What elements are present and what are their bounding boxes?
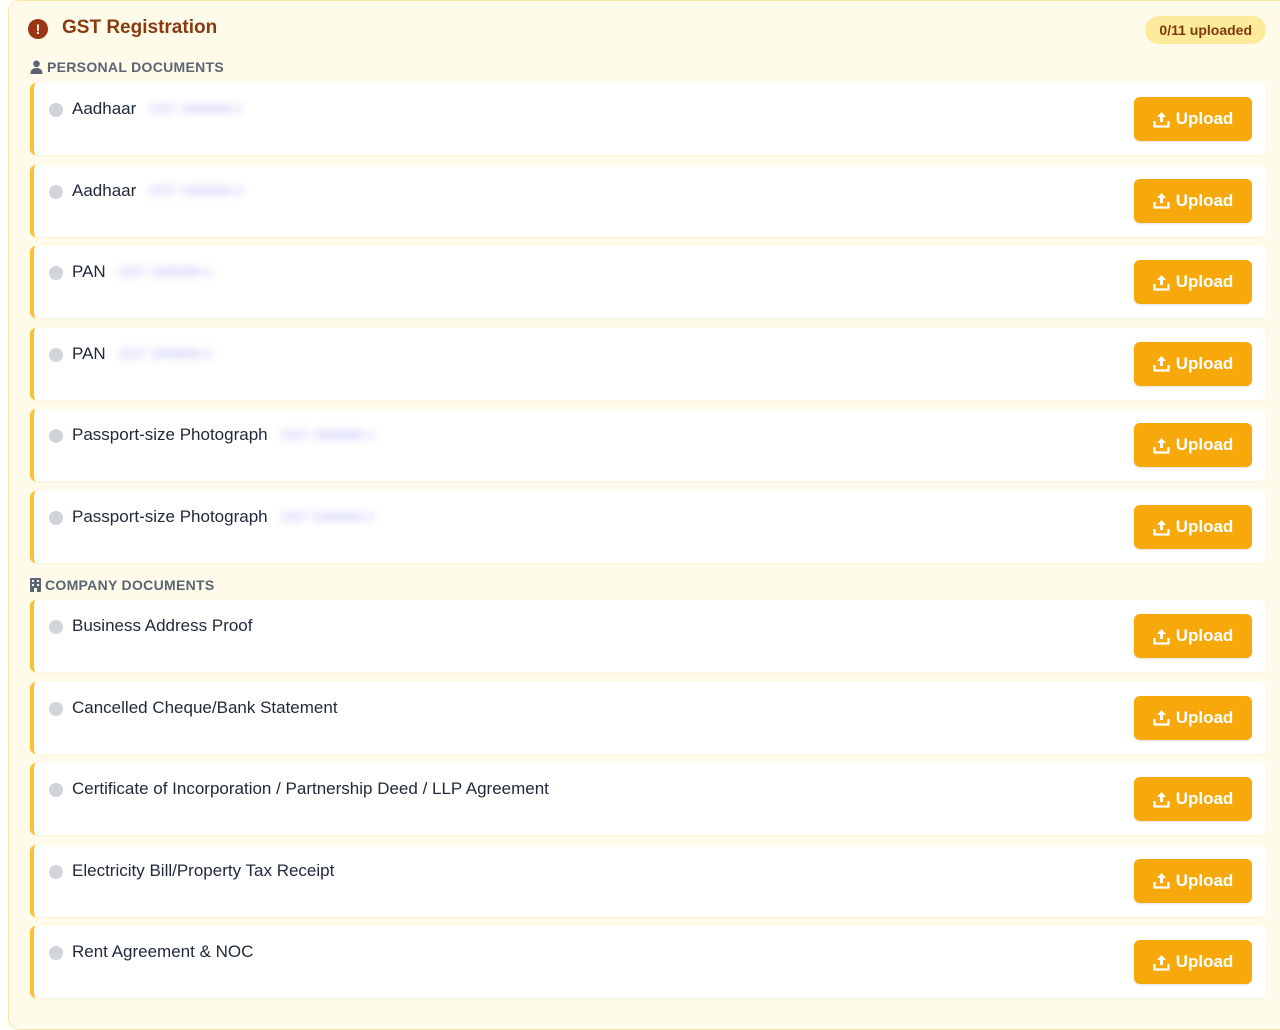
document-row: Aadhaar 1027 1666666-2 Upload [30, 164, 1266, 237]
upload-icon [1153, 628, 1170, 645]
document-name-label: Aadhaar [72, 99, 137, 118]
upload-button[interactable]: Upload [1134, 97, 1252, 141]
redacted-detail: 1027 1666666-1 [279, 427, 375, 443]
document-name-label: Passport-size Photograph [72, 507, 268, 526]
redacted-detail: 1027 1666666-2 [117, 345, 213, 361]
upload-button-label: Upload [1175, 870, 1234, 890]
document-name-label: Aadhaar [72, 180, 137, 200]
status-dot-icon [49, 511, 63, 525]
upload-button[interactable]: Upload [1134, 614, 1252, 658]
document-name-label: Cancelled Cheque/Bank Statement [72, 697, 338, 717]
document-row: Business Address Proof Upload [30, 600, 1266, 672]
upload-icon [1153, 791, 1170, 808]
status-dot-icon [49, 347, 63, 362]
status-dot-icon [49, 103, 63, 117]
status-dot-icon [49, 701, 63, 716]
exclamation-circle-icon: ! [28, 19, 48, 39]
upload-icon [1153, 954, 1170, 971]
upload-button[interactable]: Upload [1134, 695, 1252, 740]
document-row: Passport-size Photograph 1027 1666666-1 Up… [30, 409, 1266, 482]
document-row: Aadhaar 1027 1666666-1 Upload [30, 83, 1266, 155]
upload-button-label: Upload [1175, 190, 1234, 210]
upload-button-label: Upload [1175, 109, 1234, 128]
upload-button[interactable]: Upload [1134, 858, 1252, 903]
document-name: Cancelled Cheque/Bank Statement [72, 698, 338, 718]
document-name: Passport-size Photograph 1027 1666666-1 [72, 425, 384, 445]
upload-button[interactable]: Upload [1134, 940, 1252, 985]
upload-icon [1153, 274, 1170, 291]
document-name: Aadhaar 1027 1666666-1 [72, 99, 253, 119]
upload-button-label: Upload [1175, 272, 1234, 292]
document-name-label: PAN [72, 343, 106, 363]
document-name: Passport-size Photograph 1027 1666666-2 [72, 507, 384, 527]
user-icon [30, 60, 43, 74]
upload-button[interactable]: Upload [1134, 505, 1252, 549]
status-dot-icon [49, 783, 63, 798]
upload-button-label: Upload [1175, 353, 1234, 373]
document-name-label: Electricity Bill/Property Tax Receipt [72, 860, 335, 880]
upload-button[interactable]: Upload [1134, 423, 1252, 468]
status-dot-icon [49, 620, 63, 634]
upload-icon [1153, 356, 1170, 372]
document-name: Aadhaar 1027 1666666-2 [72, 181, 253, 201]
status-dot-icon [49, 864, 63, 879]
status-dot-icon [49, 266, 63, 281]
status-dot-icon [49, 429, 63, 444]
document-row: Cancelled Cheque/Bank Statement Upload [30, 681, 1266, 754]
document-name-label: Business Address Proof [72, 616, 253, 635]
redacted-detail: 1027 1666666-2 [279, 509, 375, 524]
document-name: PAN 1027 1666666-2 [72, 344, 222, 364]
upload-button[interactable]: Upload [1134, 341, 1252, 386]
upload-icon [1153, 710, 1170, 726]
document-name: Electricity Bill/Property Tax Receipt [72, 861, 334, 881]
section-label-text: COMPANY DOCUMENTS [45, 577, 215, 593]
upload-button[interactable]: Upload [1134, 777, 1252, 822]
upload-button-label: Upload [1175, 789, 1234, 809]
status-dot-icon [49, 946, 63, 961]
document-name: Certificate of Incorporation / Partnersh… [72, 779, 549, 799]
upload-button-label: Upload [1175, 707, 1234, 727]
status-dot-icon [49, 184, 63, 199]
document-row: Electricity Bill/Property Tax Receipt Upl… [30, 844, 1266, 917]
section-label-text: PERSONAL DOCUMENTS [47, 59, 225, 75]
upload-icon [1153, 111, 1170, 128]
upload-button[interactable]: Upload [1134, 178, 1252, 223]
panel-header: ! GST Registration 0/11 uploaded [28, 16, 1266, 44]
upload-icon [1153, 873, 1170, 889]
document-name: Business Address Proof [72, 616, 252, 636]
document-name: PAN 1027 1666666-1 [72, 262, 222, 282]
document-row: Passport-size Photograph 1027 1666666-2 Up… [30, 491, 1266, 563]
building-icon [30, 578, 41, 592]
document-row: Certificate of Incorporation / Partnersh… [30, 763, 1266, 836]
document-row: PAN 1027 1666666-1 Upload [30, 246, 1266, 319]
upload-icon [1153, 193, 1170, 209]
panel-title: GST Registration [62, 17, 218, 38]
upload-icon [1153, 437, 1170, 454]
status-badge: 0/11 uploaded [1145, 16, 1266, 44]
section-label-company: COMPANY DOCUMENTS [30, 577, 214, 593]
redacted-detail: 1027 1666666-2 [148, 182, 243, 198]
document-row: Rent Agreement & NOC Upload [30, 926, 1266, 999]
upload-button-label: Upload [1175, 626, 1234, 645]
document-row: PAN 1027 1666666-2 Upload [30, 327, 1266, 400]
upload-button-label: Upload [1175, 517, 1234, 536]
upload-button-label: Upload [1175, 435, 1234, 455]
redacted-detail: 1027 1666666-1 [148, 101, 243, 116]
upload-button[interactable]: Upload [1134, 260, 1252, 305]
section-label-personal: PERSONAL DOCUMENTS [30, 59, 224, 75]
document-name-label: Certificate of Incorporation / Partnersh… [72, 779, 549, 799]
upload-button-label: Upload [1175, 952, 1234, 972]
document-name-label: PAN [72, 262, 106, 282]
upload-icon [1153, 519, 1170, 536]
document-name-label: Passport-size Photograph [72, 425, 268, 445]
redacted-detail: 1027 1666666-1 [117, 264, 213, 280]
document-name: Rent Agreement & NOC [72, 942, 253, 962]
document-name-label: Rent Agreement & NOC [72, 942, 254, 962]
